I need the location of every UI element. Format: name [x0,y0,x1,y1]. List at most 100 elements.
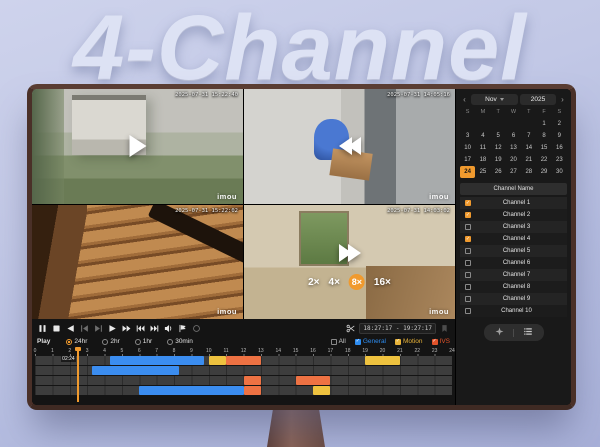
tag-button-icon[interactable] [177,323,188,334]
stop-button-icon[interactable] [51,323,62,334]
calendar-day-2[interactable]: 2 [552,118,567,130]
timeline-track-channel-2[interactable] [35,366,452,375]
recording-segment-motion[interactable] [313,386,330,395]
radio-icon[interactable] [167,339,173,345]
month-select[interactable]: Nov [471,94,518,105]
calendar-day-16[interactable]: 16 [552,142,567,154]
camera-feed-1[interactable]: 2025-07-31 15:22:40 imou [32,89,243,204]
timeline-track-channel-3[interactable] [35,376,452,385]
calendar-day-21[interactable]: 21 [521,154,536,166]
calendar-day-4[interactable]: 4 [475,130,490,142]
checkbox-icon[interactable]: ✓ [395,339,401,345]
calendar-day-15[interactable]: 15 [536,142,551,154]
recording-segment-general[interactable] [139,386,243,395]
speed-option-4×[interactable]: 4× [329,277,340,288]
calendar-day-25[interactable]: 25 [475,166,490,178]
camera-feed-4[interactable]: 2025-07-31 14:03:02 2×4×8×16× imou [244,205,455,320]
timeline-track-channel-4[interactable] [35,386,452,395]
volume-button-icon[interactable] [163,323,174,334]
channel-row[interactable]: Channel 5 [460,245,567,257]
calendar-day-23[interactable]: 23 [552,154,567,166]
recording-segment-ivs[interactable] [244,386,261,395]
fast-forward-button-icon[interactable] [121,323,132,334]
fast-forward-overlay-icon[interactable] [339,244,361,262]
range-option-24hr[interactable]: 24hr [66,338,87,345]
calendar-day-3[interactable]: 3 [460,130,475,142]
calendar-day-28[interactable]: 28 [521,166,536,178]
smart-search-icon[interactable] [495,327,504,338]
play-reverse-button-icon[interactable] [65,323,76,334]
next-month-button[interactable]: › [558,95,567,105]
calendar-day-19[interactable]: 19 [491,154,506,166]
range-option-30min[interactable]: 30min [167,338,193,345]
range-option-1hr[interactable]: 1hr [135,338,152,345]
channel-row[interactable]: Channel 3 [460,221,567,233]
save-clip-icon[interactable] [439,323,450,334]
calendar-day-22[interactable]: 22 [536,154,551,166]
checkbox-icon[interactable]: ✓ [432,339,438,345]
checkbox-icon[interactable]: ✓ [355,339,361,345]
recording-segment-motion[interactable] [209,356,226,365]
radio-icon[interactable] [135,339,141,345]
recording-segment-ivs[interactable] [226,356,261,365]
calendar-day-17[interactable]: 17 [460,154,475,166]
channel-row[interactable]: Channel 8 [460,281,567,293]
recording-segment-general[interactable] [110,356,204,365]
speed-option-2×[interactable]: 2× [308,277,319,288]
recording-segment-motion[interactable] [365,356,400,365]
play-button-icon[interactable] [107,323,118,334]
channel-row[interactable]: Channel 7 [460,269,567,281]
filter-ivs[interactable]: ✓IVS [432,338,450,345]
calendar-day-27[interactable]: 27 [506,166,521,178]
rewind-overlay-icon[interactable] [339,137,361,155]
recording-segment-ivs[interactable] [244,376,261,385]
pause-button-icon[interactable] [37,323,48,334]
calendar-day-26[interactable]: 26 [491,166,506,178]
play-overlay-icon[interactable] [129,135,146,157]
calendar-day-7[interactable]: 7 [521,130,536,142]
camera-feed-3[interactable]: 2025-07-31 15:22:02 imou [32,205,243,320]
radio-icon[interactable] [102,339,108,345]
checkbox-icon[interactable] [331,339,337,345]
channel-row[interactable]: ✓Channel 1 [460,197,567,209]
calendar-day-8[interactable]: 8 [536,130,551,142]
clip-time-range[interactable]: 18:27:17 - 19:27:17 [359,323,436,334]
channel-row[interactable]: Channel 6 [460,257,567,269]
calendar-day-11[interactable]: 11 [475,142,490,154]
calendar-day-30[interactable]: 30 [552,166,567,178]
prev-month-button[interactable]: ‹ [460,95,469,105]
calendar-day-29[interactable]: 29 [536,166,551,178]
timeline-track-channel-1[interactable] [35,356,452,365]
calendar-day-13[interactable]: 13 [506,142,521,154]
calendar-day-18[interactable]: 18 [475,154,490,166]
speed-option-16×[interactable]: 16× [374,277,391,288]
channel-row[interactable]: Channel 9 [460,293,567,305]
calendar-day-1[interactable]: 1 [536,118,551,130]
radio-icon[interactable] [66,339,72,345]
clip-scissors-icon[interactable] [345,323,356,334]
camera-feed-2[interactable]: 2025-07-31 14:05:16 imou [244,89,455,204]
skip-end-button-icon[interactable] [149,323,160,334]
calendar-day-14[interactable]: 14 [521,142,536,154]
calendar-day-10[interactable]: 10 [460,142,475,154]
calendar-day-12[interactable]: 12 [491,142,506,154]
filter-motion[interactable]: ✓Motion [395,338,423,345]
calendar-day-5[interactable]: 5 [491,130,506,142]
range-option-2hr[interactable]: 2hr [102,338,119,345]
recording-segment-general[interactable] [92,366,179,375]
prev-frame-button-icon[interactable] [79,323,90,334]
skip-start-button-icon[interactable] [135,323,146,334]
filter-general[interactable]: ✓General [355,338,386,345]
snapshot-button-icon[interactable] [191,323,202,334]
year-select[interactable]: 2025 [520,94,556,105]
recording-segment-ivs[interactable] [296,376,331,385]
timeline-playhead[interactable]: 02:24 [77,348,79,402]
channel-row[interactable]: ✓Channel 4 [460,233,567,245]
channel-row[interactable]: ✓Channel 2 [460,209,567,221]
speed-option-8×[interactable]: 8× [349,274,365,290]
filter-all[interactable]: All [331,338,346,345]
calendar-day-9[interactable]: 9 [552,130,567,142]
timeline[interactable]: 0123456789101112131415161718192021222324… [35,348,452,402]
calendar-day-24[interactable]: 24 [460,166,475,178]
channel-row[interactable]: Channel 10 [460,305,567,317]
